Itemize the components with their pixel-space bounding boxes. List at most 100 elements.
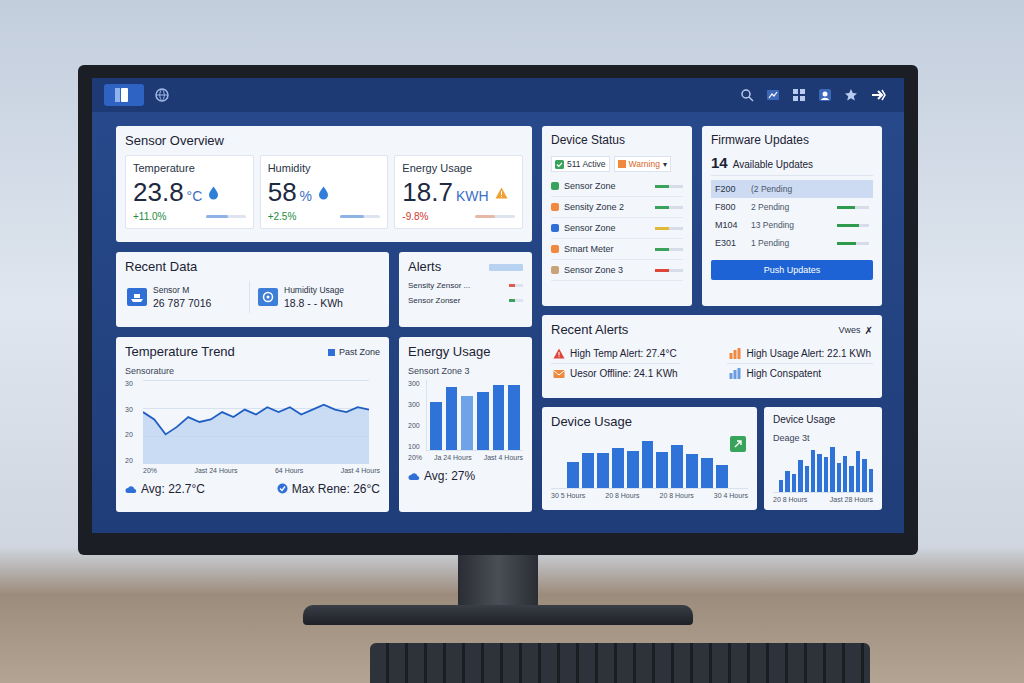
active-chip[interactable]: 511 Active — [551, 156, 610, 172]
energy-bar[interactable] — [493, 385, 505, 451]
usage-bar[interactable] — [856, 451, 860, 491]
metric-tile[interactable]: Energy Usage 18.7 KWH -9.8% — [394, 155, 523, 229]
droplet-icon — [318, 186, 329, 200]
metric-level-bar — [340, 215, 380, 218]
export-icon[interactable] — [870, 88, 886, 102]
energy-bar[interactable] — [508, 385, 520, 451]
alert-text: High Conspatent — [746, 368, 821, 379]
views-button[interactable]: Vwes ✗ — [839, 325, 873, 336]
recent-alert-item[interactable]: High Temp Alert: 27.4°C — [551, 344, 680, 364]
recent-data-item[interactable]: Sensor M 26 787 7016 — [125, 281, 250, 313]
close-icon[interactable]: ✗ — [865, 325, 873, 336]
x-axis: 30 5 Hours20 8 Hours20 8 Hours30 4 Hours — [551, 492, 748, 500]
metric-unit: % — [300, 188, 312, 204]
usage-bar[interactable] — [862, 459, 866, 491]
device-row[interactable]: Sensor Zone 3 — [551, 260, 683, 281]
star-icon[interactable] — [844, 88, 858, 102]
chart-summary: Avg: 27% — [408, 469, 523, 483]
metric-value: 23.8 — [133, 178, 184, 207]
usage-bar[interactable] — [811, 450, 815, 491]
views-label: Vwes — [839, 325, 861, 335]
device-level-bar — [655, 248, 683, 251]
usage-bar[interactable] — [612, 448, 624, 488]
usage-bar[interactable] — [779, 480, 783, 492]
recent-alert-item[interactable]: High Usage Alert: 22.1 KWh — [727, 344, 873, 364]
energy-bar[interactable] — [477, 392, 489, 450]
usage-bar[interactable] — [792, 474, 796, 491]
firmware-code: F800 — [715, 202, 745, 212]
usage-bar[interactable] — [597, 453, 609, 489]
warning-label: Warning — [629, 159, 660, 169]
usage-bar[interactable] — [830, 447, 834, 492]
recent-alert-item[interactable]: High Conspatent — [727, 364, 873, 383]
recent-alert-item[interactable]: Uesor Offline: 24.1 KWh — [551, 364, 680, 383]
firmware-row[interactable]: F200 (2 Pending — [711, 180, 873, 198]
device-status-icon — [551, 224, 559, 232]
device-name: Smart Meter — [564, 244, 650, 254]
firmware-progress — [837, 224, 869, 227]
expand-badge-icon[interactable] — [730, 436, 746, 452]
average-stat: Avg: 22.7°C — [125, 482, 205, 496]
usage-bar[interactable] — [716, 465, 728, 488]
usage-bar[interactable] — [843, 456, 847, 492]
usage-bar[interactable] — [805, 466, 809, 492]
device-row[interactable]: Smart Meter — [551, 239, 683, 260]
push-updates-button[interactable]: Push Updates — [711, 260, 873, 280]
usage-bar[interactable] — [642, 441, 654, 488]
status-filter: 511 Active Warning ▾ — [551, 156, 683, 172]
energy-bar[interactable] — [461, 396, 473, 451]
usage-bar[interactable] — [849, 466, 853, 491]
device-row[interactable]: Sensor Zone — [551, 218, 683, 239]
usage-bar[interactable] — [837, 463, 841, 492]
firmware-row[interactable]: M104 13 Pending — [711, 216, 873, 234]
usage-bar[interactable] — [671, 445, 683, 488]
app-logo-icon[interactable] — [104, 84, 144, 106]
energy-bar[interactable] — [446, 387, 458, 450]
metric-tile[interactable]: Temperature 23.8 °C +11.0% — [125, 155, 254, 229]
firmware-row[interactable]: F800 2 Pending — [711, 198, 873, 216]
recent-data-item[interactable]: Humidity Usage 18.8 - - KWh — [256, 281, 380, 313]
monitor: Sensor Overview Temperature 23.8 °C +11.… — [78, 65, 918, 555]
chart-icon[interactable] — [766, 88, 780, 102]
device-row[interactable]: Sensor Zone — [551, 176, 683, 197]
metric-tile[interactable]: Humidity 58 % +2.5% — [260, 155, 389, 229]
usage-bar[interactable] — [567, 462, 579, 488]
average-stat: Avg: 27% — [408, 469, 475, 483]
firmware-row[interactable]: E301 1 Pending — [711, 234, 873, 252]
bar-chart: 300300200100 — [408, 380, 523, 451]
alert-item[interactable]: Sensor Zonser — [408, 296, 523, 305]
humidity-icon — [258, 288, 278, 306]
legend-swatch — [328, 349, 335, 356]
usage-bar[interactable] — [656, 452, 668, 488]
usage-bar[interactable] — [817, 454, 821, 492]
metric-label: Energy Usage — [402, 162, 515, 174]
card-title: Recent Data — [125, 259, 380, 275]
warning-dropdown[interactable]: Warning ▾ — [614, 156, 671, 172]
usage-bar[interactable] — [582, 453, 594, 489]
usage-bar[interactable] — [824, 457, 828, 492]
firmware-list: F200 (2 Pending F800 2 Pending M104 13 P… — [711, 180, 873, 252]
usage-bar[interactable] — [686, 454, 698, 488]
usage-bar[interactable] — [627, 451, 639, 489]
user-icon[interactable] — [818, 88, 832, 102]
usage-bar[interactable] — [701, 458, 713, 488]
grid-icon[interactable] — [792, 88, 806, 102]
temperature-area — [143, 405, 369, 464]
metric-value: 18.7 — [402, 178, 453, 207]
x-tick: 20 8 Hours — [773, 496, 807, 504]
chart-summary: Avg: 22.7°C Max Rene: 26°C — [125, 482, 380, 496]
card-header: Temperature Trend Past Zone — [125, 344, 380, 360]
search-icon[interactable] — [740, 88, 754, 102]
top-bar — [92, 78, 904, 112]
device-row[interactable]: Sensity Zone 2 — [551, 197, 683, 218]
usage-bar[interactable] — [798, 460, 802, 492]
y-tick: 30 — [125, 406, 139, 414]
card-title: Temperature Trend — [125, 344, 235, 360]
caret-icon: ▾ — [663, 160, 667, 169]
globe-icon[interactable] — [154, 87, 170, 103]
usage-bars-icon — [729, 348, 741, 359]
usage-bar[interactable] — [869, 469, 873, 492]
usage-bar[interactable] — [785, 471, 789, 491]
alert-item[interactable]: Sensity Zensor ... — [408, 281, 523, 290]
energy-bar[interactable] — [430, 402, 442, 450]
